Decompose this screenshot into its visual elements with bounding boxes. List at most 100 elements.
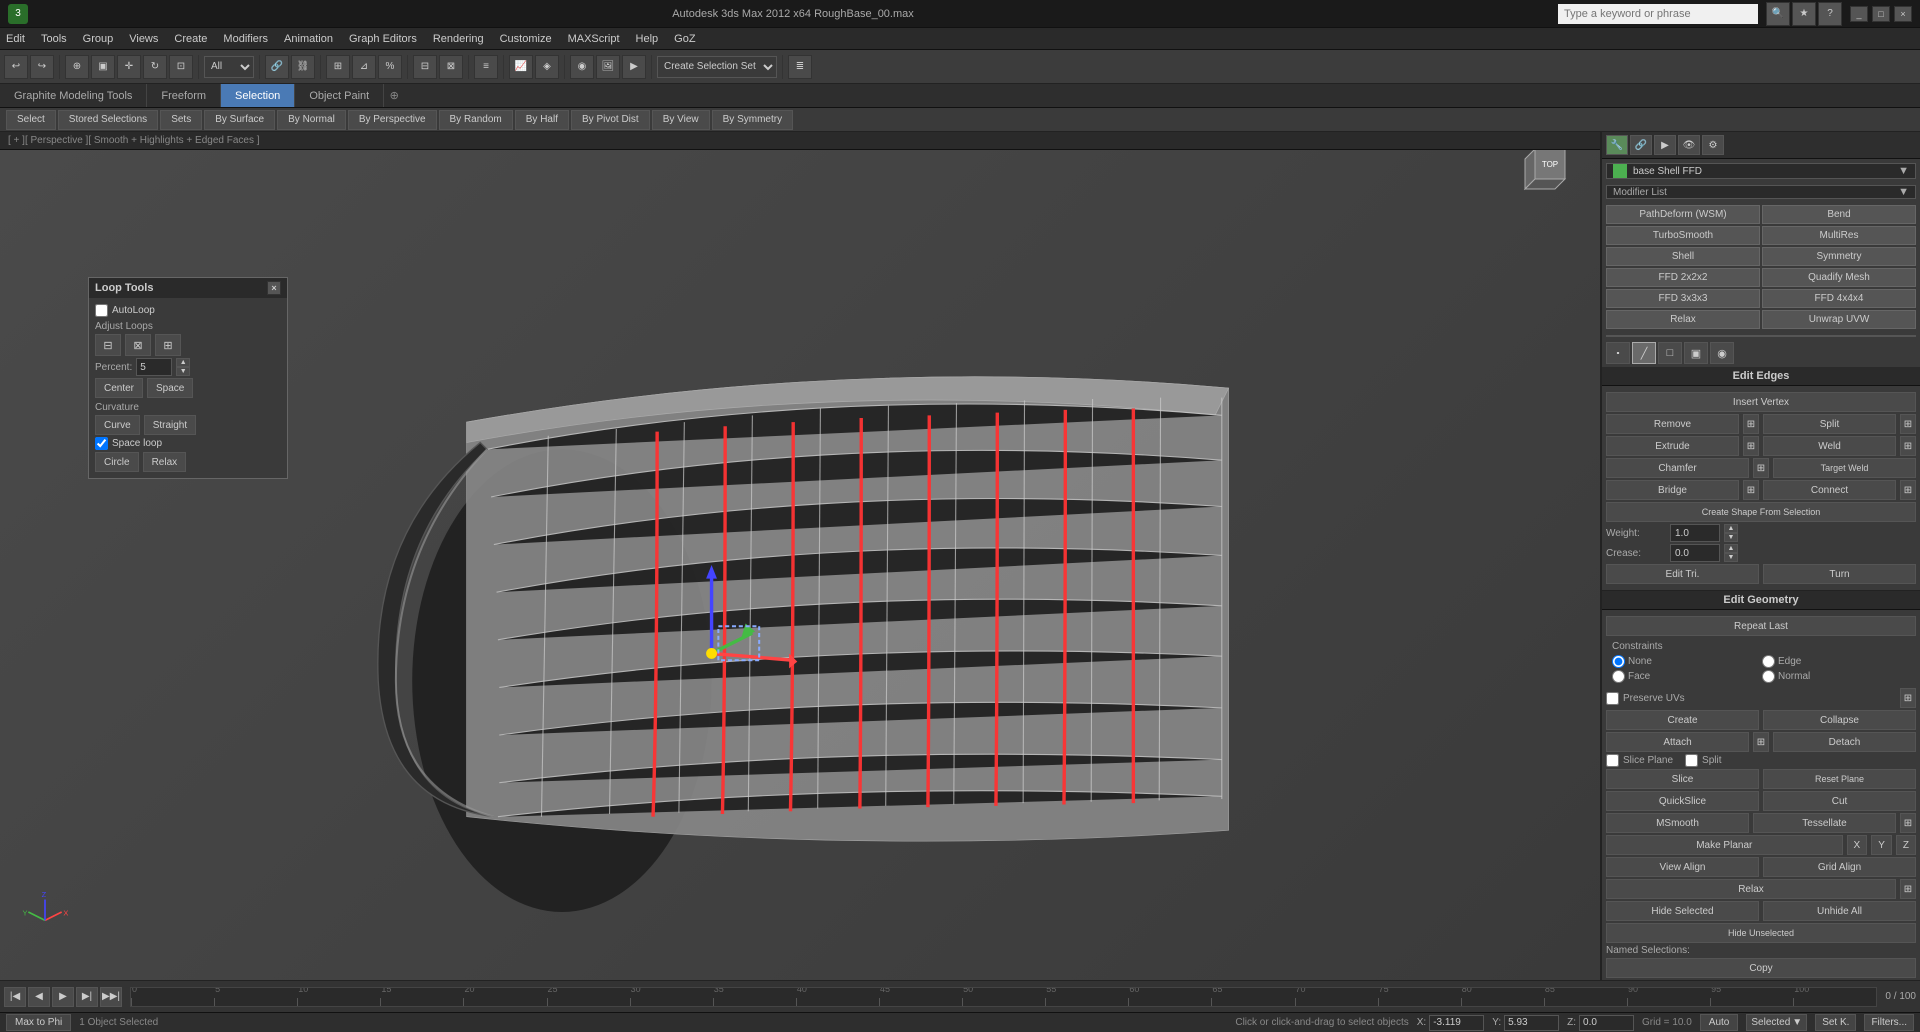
polygon-sel-icon[interactable]: ▣ (1684, 342, 1708, 364)
remove-settings[interactable]: ⊞ (1743, 414, 1759, 434)
auto-key-button[interactable]: Auto (1700, 1014, 1739, 1031)
sub-by-perspective[interactable]: By Perspective (348, 110, 437, 130)
detach-button[interactable]: Detach (1773, 732, 1916, 752)
tab-selection[interactable]: Selection (221, 84, 295, 107)
circle-button[interactable]: Circle (95, 452, 139, 472)
menu-help[interactable]: Help (636, 33, 659, 45)
element-sel-icon[interactable]: ◉ (1710, 342, 1734, 364)
chamfer-settings[interactable]: ⊞ (1753, 458, 1769, 478)
view-align-button[interactable]: View Align (1606, 857, 1759, 877)
weight-spinner[interactable]: ▲ ▼ (1724, 524, 1738, 542)
sub-by-symmetry[interactable]: By Symmetry (712, 110, 793, 130)
edit-tri-button[interactable]: Edit Tri. (1606, 564, 1759, 584)
modifier-pathdeform[interactable]: PathDeform (WSM) (1606, 205, 1760, 224)
collapse-button[interactable]: Collapse (1763, 710, 1916, 730)
hide-unselected-button[interactable]: Hide Unselected (1606, 923, 1916, 943)
maximize-button[interactable]: □ (1872, 6, 1890, 22)
modifier-quadify[interactable]: Quadify Mesh (1762, 268, 1916, 287)
next-key-button[interactable]: ▶| (76, 987, 98, 1007)
utilities-icon[interactable]: ⚙ (1702, 135, 1724, 155)
msmooth-button[interactable]: MSmooth (1606, 813, 1749, 833)
x-input[interactable] (1429, 1015, 1484, 1031)
modifier-ffd3x3x3[interactable]: FFD 3x3x3 (1606, 289, 1760, 308)
relax-loop-button[interactable]: Relax (143, 452, 187, 472)
x-planar-button[interactable]: X (1847, 835, 1868, 855)
filter-select[interactable]: All (204, 56, 254, 78)
bookmark-icon[interactable]: ★ (1792, 2, 1816, 26)
modifier-ffd2x2x2[interactable]: FFD 2x2x2 (1606, 268, 1760, 287)
z-input[interactable] (1579, 1015, 1634, 1031)
loop-icon-3[interactable]: ⊞ (155, 334, 181, 356)
loop-icon-1[interactable]: ⊟ (95, 334, 121, 356)
motion-icon[interactable]: ▶ (1654, 135, 1676, 155)
set-k-button[interactable]: Set K. (1815, 1014, 1856, 1031)
menu-graph-editors[interactable]: Graph Editors (349, 33, 417, 45)
named-sel-sets[interactable]: ≣ (788, 55, 812, 79)
preserve-uvs-check[interactable]: Preserve UVs (1606, 692, 1685, 705)
modifier-stack[interactable]: Editable Poly (1606, 335, 1916, 337)
modifier-ffd4x4x4[interactable]: FFD 4x4x4 (1762, 289, 1916, 308)
link-button[interactable]: 🔗 (265, 55, 289, 79)
constraint-none[interactable]: None (1612, 655, 1760, 668)
tab-pin[interactable]: ⊕ (384, 84, 404, 107)
align-button[interactable]: ⊠ (439, 55, 463, 79)
y-planar-button[interactable]: Y (1871, 835, 1892, 855)
reset-plane-button[interactable]: Reset Plane (1763, 769, 1916, 789)
sub-by-pivot-dist[interactable]: By Pivot Dist (571, 110, 650, 130)
weld-settings[interactable]: ⊞ (1900, 436, 1916, 456)
space-button[interactable]: Space (147, 378, 193, 398)
sub-by-random[interactable]: By Random (439, 110, 513, 130)
menu-views[interactable]: Views (129, 33, 158, 45)
cut-button[interactable]: Cut (1763, 791, 1916, 811)
connect-button[interactable]: Connect (1763, 480, 1896, 500)
object-name-field[interactable]: base Shell FFD ▼ (1606, 163, 1916, 179)
quick-slice-button[interactable]: QuickSlice (1606, 791, 1759, 811)
curve-button[interactable]: Curve (95, 415, 140, 435)
repeat-last-button[interactable]: Repeat Last (1606, 616, 1916, 636)
tab-object-paint[interactable]: Object Paint (295, 84, 384, 107)
sub-stored-selections[interactable]: Stored Selections (58, 110, 158, 130)
relax-geom-button[interactable]: Relax (1606, 879, 1896, 899)
minimize-button[interactable]: _ (1850, 6, 1868, 22)
help-icon[interactable]: ? (1818, 2, 1842, 26)
sub-by-half[interactable]: By Half (515, 110, 569, 130)
relax-settings[interactable]: ⊞ (1900, 879, 1916, 899)
percent-snap[interactable]: % (378, 55, 402, 79)
slice-button[interactable]: Slice (1606, 769, 1759, 789)
object-name-dropdown[interactable]: ▼ (1898, 165, 1909, 177)
modifier-list-arrow[interactable]: ▼ (1898, 186, 1909, 198)
hide-selected-button[interactable]: Hide Selected (1606, 901, 1759, 921)
remove-button[interactable]: Remove (1606, 414, 1739, 434)
weight-input[interactable] (1670, 524, 1720, 542)
make-planar-button[interactable]: Make Planar (1606, 835, 1843, 855)
unhide-all-button[interactable]: Unhide All (1763, 901, 1916, 921)
undo-button[interactable]: ↩ (4, 55, 28, 79)
auto-loop-checkbox[interactable]: AutoLoop (95, 304, 155, 317)
mirror-button[interactable]: ⊟ (413, 55, 437, 79)
menu-goz[interactable]: GoZ (674, 33, 695, 45)
extrude-button[interactable]: Extrude (1606, 436, 1739, 456)
angle-snap[interactable]: ⊿ (352, 55, 376, 79)
close-button[interactable]: × (1894, 6, 1912, 22)
render-setup[interactable]: 🖼 (596, 55, 620, 79)
menu-modifiers[interactable]: Modifiers (223, 33, 268, 45)
sub-by-view[interactable]: By View (652, 110, 710, 130)
tessellate-settings[interactable]: ⊞ (1900, 813, 1916, 833)
modifier-bend[interactable]: Bend (1762, 205, 1916, 224)
menu-tools[interactable]: Tools (41, 33, 67, 45)
timeline-track[interactable]: 0 5 10 15 20 25 30 35 40 45 50 55 60 65 … (130, 987, 1877, 1007)
layer-manager[interactable]: ≡ (474, 55, 498, 79)
attach-settings[interactable]: ⊞ (1753, 732, 1769, 752)
tab-graphite[interactable]: Graphite Modeling Tools (0, 84, 147, 107)
menu-edit[interactable]: Edit (6, 33, 25, 45)
create-geom-button[interactable]: Create (1606, 710, 1759, 730)
menu-animation[interactable]: Animation (284, 33, 333, 45)
z-planar-button[interactable]: Z (1896, 835, 1916, 855)
split-button[interactable]: Split (1763, 414, 1896, 434)
scale-button[interactable]: ⊡ (169, 55, 193, 79)
crease-spinner[interactable]: ▲ ▼ (1724, 544, 1738, 562)
border-sel-icon[interactable]: □ (1658, 342, 1682, 364)
split-settings[interactable]: ⊞ (1900, 414, 1916, 434)
play-button[interactable]: ▶ (52, 987, 74, 1007)
schematic-view[interactable]: ◈ (535, 55, 559, 79)
